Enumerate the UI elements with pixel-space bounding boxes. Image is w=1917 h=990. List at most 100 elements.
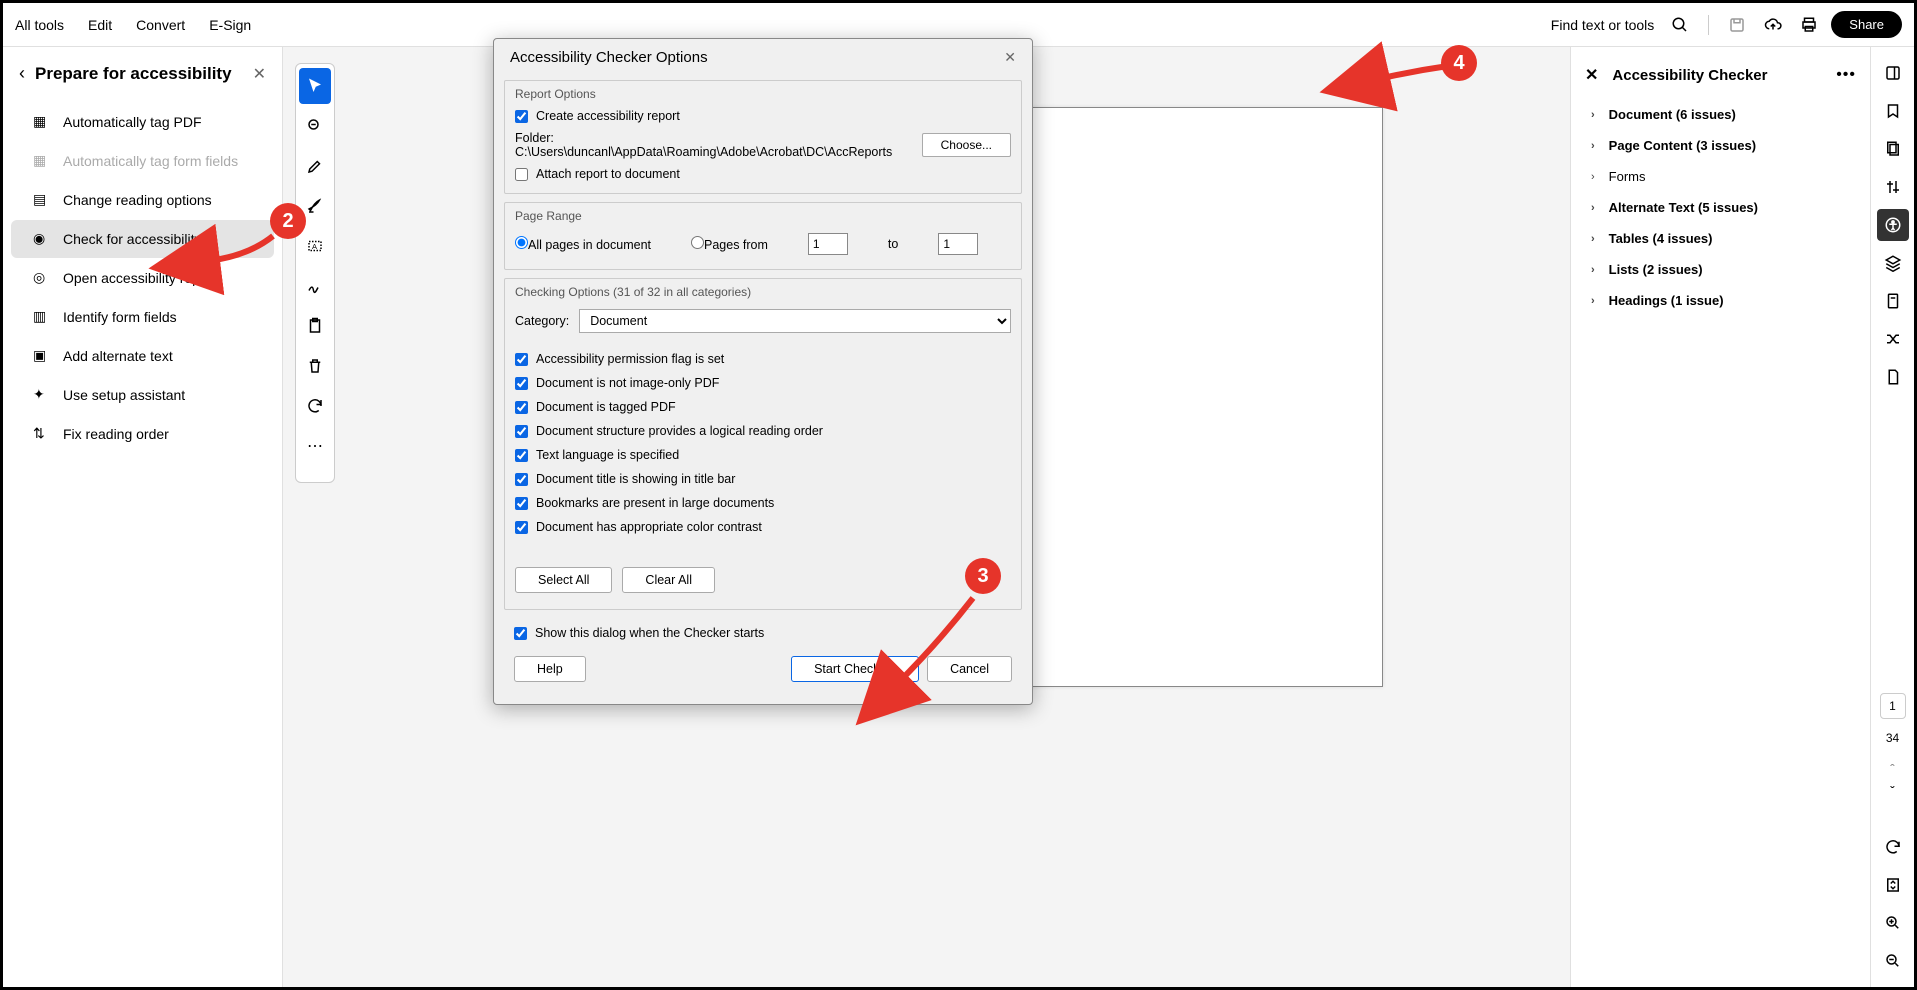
menu-esign[interactable]: E-Sign (209, 17, 251, 33)
page-total: 34 (1886, 731, 1899, 745)
checker-item-headings[interactable]: ›Headings (1 issue) (1571, 285, 1870, 316)
bookmark-icon[interactable] (1877, 95, 1909, 127)
choose-folder-button[interactable]: Choose... (922, 133, 1011, 157)
file-icon[interactable] (1877, 361, 1909, 393)
menu-edit[interactable]: Edit (88, 17, 112, 33)
check-tagged-pdf[interactable] (515, 401, 528, 414)
show-dialog-checkbox[interactable] (514, 627, 527, 640)
more-icon[interactable]: ••• (1836, 66, 1856, 84)
accessibility-icon[interactable] (1877, 209, 1909, 241)
left-panel-title: Prepare for accessibility (35, 64, 243, 84)
zoom-out-icon[interactable] (1877, 945, 1909, 977)
page-from-input[interactable] (808, 233, 848, 255)
wand-icon: ✦ (33, 386, 51, 404)
form-fields-icon: ▥ (33, 308, 51, 326)
left-item-label: Change reading options (63, 192, 212, 208)
pen-tool-icon[interactable] (299, 148, 331, 184)
current-page-input[interactable]: 1 (1880, 693, 1906, 719)
check-reading-order[interactable] (515, 425, 528, 438)
all-pages-radio-label[interactable]: All pages in document (515, 236, 651, 252)
menu-all-tools[interactable]: All tools (15, 17, 64, 33)
checking-options-legend: Checking Options (31 of 32 in all catego… (505, 279, 1021, 303)
checker-item-document[interactable]: ›Document (6 issues) (1571, 99, 1870, 130)
checker-item-label: Tables (4 issues) (1609, 231, 1713, 246)
share-button[interactable]: Share (1831, 11, 1902, 38)
page-down-icon[interactable]: ˇ (1890, 783, 1895, 799)
zoom-tool-icon[interactable] (299, 108, 331, 144)
print-icon[interactable] (1795, 11, 1823, 39)
help-button[interactable]: Help (514, 656, 586, 682)
left-panel: ‹ Prepare for accessibility ✕ ▦Automatic… (3, 47, 283, 987)
left-item-label: Fix reading order (63, 426, 169, 442)
pages-from-radio[interactable] (691, 236, 704, 249)
attach-report-checkbox[interactable] (515, 168, 528, 181)
checker-item-alternate-text[interactable]: ›Alternate Text (5 issues) (1571, 192, 1870, 223)
left-item-alternate-text[interactable]: ▣Add alternate text (11, 337, 274, 375)
check-label: Document title is showing in title bar (536, 472, 735, 486)
check-icon: ◉ (33, 230, 51, 248)
left-item-label: Automatically tag PDF (63, 114, 202, 130)
close-checker-icon[interactable]: ✕ (1585, 65, 1598, 85)
category-label: Category: (515, 314, 569, 328)
tag-form-icon: ▦ (33, 152, 51, 170)
chevron-right-icon: › (1591, 233, 1595, 245)
shuffle-icon[interactable] (1877, 323, 1909, 355)
checker-item-forms[interactable]: ›Forms (1571, 161, 1870, 192)
mini-toolbar: A ⋯ (295, 63, 335, 483)
back-icon[interactable]: ‹ (19, 63, 25, 84)
left-item-setup-assistant[interactable]: ✦Use setup assistant (11, 376, 274, 414)
checker-item-tables[interactable]: › Tables (4 issues) (1571, 223, 1870, 254)
folder-path: C:\Users\duncanl\AppData\Roaming\Adobe\A… (515, 145, 892, 159)
left-item-label: Check for accessibility (63, 231, 202, 247)
checker-title: Accessibility Checker (1612, 67, 1822, 84)
page-to-input[interactable] (938, 233, 978, 255)
chevron-right-icon: › (1591, 171, 1595, 183)
clipboard-tool-icon[interactable] (299, 308, 331, 344)
check-bookmarks[interactable] (515, 497, 528, 510)
search-icon[interactable] (1666, 11, 1694, 39)
attachment-icon[interactable] (1877, 285, 1909, 317)
signature-tool-icon[interactable] (299, 268, 331, 304)
category-select[interactable]: Document (579, 309, 1011, 333)
left-item-identify-form[interactable]: ▥ Identify form fields (11, 298, 274, 336)
more-tools-icon[interactable]: ⋯ (299, 428, 331, 464)
checker-item-page-content[interactable]: ›Page Content (3 issues) (1571, 130, 1870, 161)
compare-icon[interactable] (1877, 171, 1909, 203)
create-report-checkbox[interactable] (515, 110, 528, 123)
arrow-3 (888, 593, 988, 698)
left-item-reading-options[interactable]: ▤Change reading options (11, 181, 274, 219)
check-text-language[interactable] (515, 449, 528, 462)
save-icon[interactable] (1723, 11, 1751, 39)
panel-toggle-icon[interactable] (1877, 57, 1909, 89)
check-not-image-only[interactable] (515, 377, 528, 390)
close-icon[interactable]: ✕ (253, 64, 266, 84)
refresh-icon[interactable] (1877, 831, 1909, 863)
zoom-in-icon[interactable] (1877, 907, 1909, 939)
pages-from-radio-label[interactable]: Pages from (691, 236, 768, 252)
menu-convert[interactable]: Convert (136, 17, 185, 33)
check-permission-flag[interactable] (515, 353, 528, 366)
left-item-tag-pdf[interactable]: ▦Automatically tag PDF (11, 103, 274, 141)
pointer-tool-icon[interactable] (299, 68, 331, 104)
checker-item-lists[interactable]: ›Lists (2 issues) (1571, 254, 1870, 285)
clear-all-button[interactable]: Clear All (622, 567, 715, 593)
dialog-close-icon[interactable]: ✕ (1004, 49, 1016, 66)
report-icon: ◎ (33, 269, 51, 287)
trash-tool-icon[interactable] (299, 348, 331, 384)
fit-page-icon[interactable] (1877, 869, 1909, 901)
left-item-fix-reading[interactable]: ⇅Fix reading order (11, 415, 274, 453)
all-pages-radio[interactable] (515, 236, 528, 249)
cloud-upload-icon[interactable] (1759, 11, 1787, 39)
text-box-tool-icon[interactable]: A (299, 228, 331, 264)
folder-label: Folder: (515, 131, 554, 145)
select-all-button[interactable]: Select All (515, 567, 612, 593)
check-title-bar[interactable] (515, 473, 528, 486)
check-color-contrast[interactable] (515, 521, 528, 534)
checker-item-label: Headings (1 issue) (1609, 293, 1724, 308)
rotate-tool-icon[interactable] (299, 388, 331, 424)
page-up-icon[interactable]: ˆ (1890, 761, 1895, 777)
pages-icon[interactable] (1877, 133, 1909, 165)
layers-icon[interactable] (1877, 247, 1909, 279)
left-item-label: Identify form fields (63, 309, 177, 325)
find-text-label[interactable]: Find text or tools (1551, 17, 1655, 33)
